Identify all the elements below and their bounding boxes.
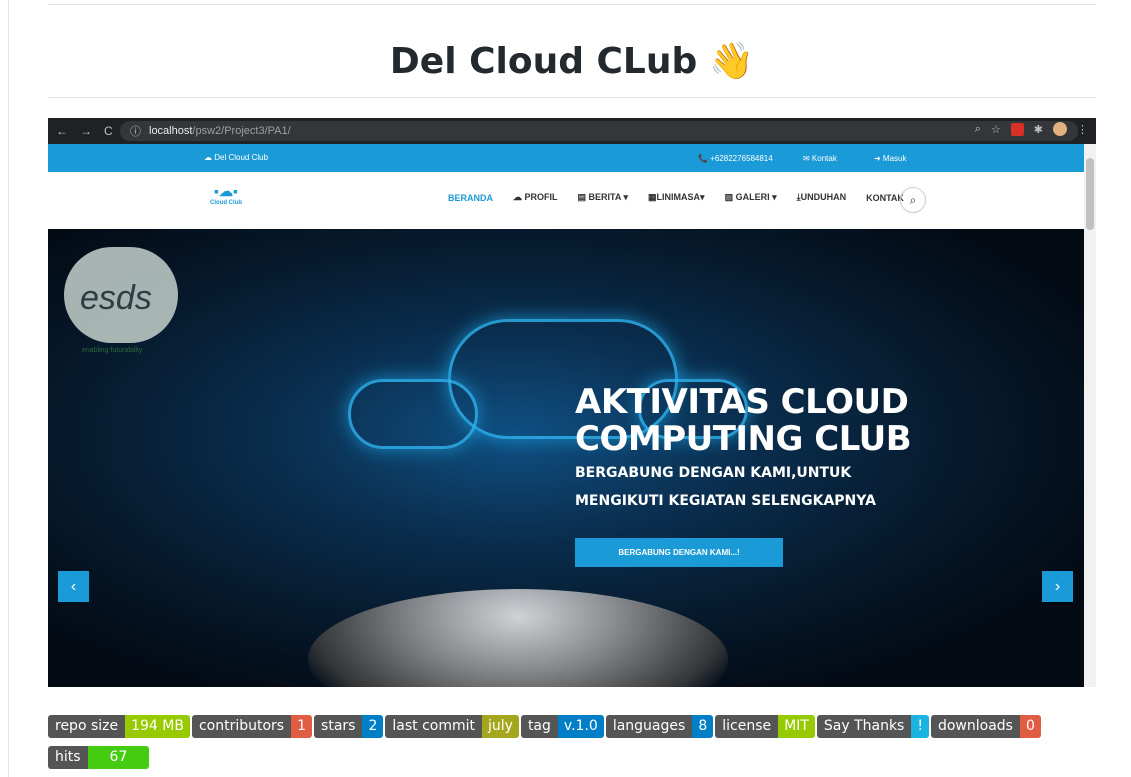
page-title-text: Del Cloud CLub (389, 41, 698, 82)
info-icon[interactable]: ⓘ (130, 123, 141, 139)
menu-item-kontak[interactable]: KONTAK (866, 193, 904, 203)
hero-carousel: esds enabling futurability AKTIVITAS CLO… (48, 229, 1084, 687)
cloud-illustration (348, 379, 478, 449)
forward-arrow-icon[interactable]: → (80, 124, 92, 138)
menu-item-linimasa[interactable]: ▦LINIMASA▾ (648, 192, 705, 203)
scrollbar-thumb[interactable] (1086, 158, 1094, 230)
topbar-kontak[interactable]: ✉ Kontak (803, 154, 837, 163)
hero-title-line1: AKTIVITAS CLOUD (575, 382, 909, 422)
address-bar[interactable]: ⓘ localhost/psw2/Project3/PA1/ (120, 121, 1078, 141)
badge-list: repo size 194 MB contributors 1 stars 2 last c… (48, 715, 1048, 769)
badge-value: 194 MB (125, 715, 190, 738)
menu-icon[interactable]: ⋮ (1077, 123, 1088, 136)
esds-tagline: enabling futurability (82, 347, 143, 354)
website-screenshot: ← → C ⓘ localhost/psw2/Project3/PA1/ ⌕ ☆… (48, 118, 1096, 687)
badge-last-commit[interactable]: last commit july (385, 715, 519, 738)
badge-value: 0 (1019, 715, 1041, 738)
badge-value: 1 (291, 715, 313, 738)
site-topbar: ☁ Del Cloud Club 📞 +6282276584814 ✉ Kont… (48, 144, 1084, 172)
esds-logo-text: esds (80, 279, 152, 317)
hero-subtitle: BERGABUNG DENGAN KAMI,UNTUK MENGIKUTI KE… (575, 465, 876, 509)
badge-label: contributors (191, 715, 292, 738)
star-icon[interactable]: ☆ (991, 123, 1001, 136)
topbar-phone[interactable]: 📞 +6282276584814 (698, 154, 773, 163)
badge-value: ! (911, 715, 929, 738)
site-navbar: ▪☁▪ Cloud Club BERANDA ☁ PROFIL ▤ BERITA… (48, 172, 1084, 229)
left-divider (8, 0, 9, 777)
badge-value: 67 (87, 746, 150, 769)
cloud-logo-icon: ▪☁▪ (214, 183, 238, 199)
readme-heading: Del Cloud CLub 👋 (48, 36, 1096, 98)
page-title: Del Cloud CLub 👋 (390, 36, 754, 88)
topbar-brand[interactable]: ☁ Del Cloud Club (204, 153, 268, 162)
menu-item-galeri[interactable]: ▨ GALERI ▾ (725, 192, 777, 203)
top-divider (48, 4, 1096, 5)
puzzle-icon[interactable]: ✱ (1034, 123, 1043, 136)
badge-license[interactable]: license MIT (715, 715, 815, 738)
reload-icon[interactable]: C (104, 124, 113, 138)
hands-illustration (308, 589, 728, 687)
search-icon[interactable]: ⌕ (900, 187, 926, 213)
badge-label: license (715, 715, 779, 738)
hero-title-line2: COMPUTING CLUB (575, 419, 912, 459)
extension-icon[interactable] (1010, 122, 1024, 136)
main-menu: BERANDA ☁ PROFIL ▤ BERITA ▾ ▦LINIMASA▾ ▨… (448, 192, 904, 203)
menu-item-profil[interactable]: ☁ PROFIL (513, 192, 558, 203)
carousel-prev-button[interactable]: ‹ (58, 571, 89, 602)
url-path: /psw2/Project3/PA1/ (192, 125, 291, 137)
browser-toolbar: ← → C ⓘ localhost/psw2/Project3/PA1/ ⌕ ☆… (48, 118, 1096, 144)
badge-value: 8 (692, 715, 714, 738)
badge-say-thanks[interactable]: Say Thanks! (816, 715, 929, 738)
badge-stars[interactable]: stars 2 (314, 715, 384, 738)
waving-hand-icon: 👋 (709, 41, 755, 82)
back-arrow-icon[interactable]: ← (56, 124, 68, 138)
avatar-icon[interactable] (1053, 122, 1067, 136)
badge-label: stars (314, 715, 363, 738)
topbar-masuk[interactable]: ➜ Masuk (874, 154, 907, 163)
badge-contributors[interactable]: contributors 1 (191, 715, 313, 738)
site-logo[interactable]: ▪☁▪ Cloud Club (206, 182, 246, 216)
badge-label: repo size (48, 715, 126, 738)
page-scrollbar[interactable] (1084, 144, 1096, 687)
badge-label: hits (48, 746, 88, 769)
badge-tag[interactable]: tag v.1.0 (520, 715, 604, 738)
badge-label: last commit (385, 715, 482, 738)
hero-title: AKTIVITAS CLOUD COMPUTING CLUB (575, 382, 912, 459)
badge-value: july (482, 715, 519, 738)
badge-hits[interactable]: hits 67 (48, 746, 150, 769)
badge-downloads[interactable]: downloads 0 (930, 715, 1041, 738)
badge-value: 2 (362, 715, 384, 738)
badge-value: v.1.0 (557, 715, 604, 738)
badge-label: languages (605, 715, 693, 738)
badge-repo-size[interactable]: repo size 194 MB (48, 715, 190, 738)
badge-label: Say Thanks (816, 715, 912, 738)
esds-logo: esds enabling futurability (60, 247, 182, 357)
zoom-icon[interactable]: ⌕ (975, 123, 981, 136)
menu-item-berita[interactable]: ▤ BERITA ▾ (578, 192, 629, 203)
badge-value: MIT (778, 715, 815, 738)
badge-label: tag (520, 715, 558, 738)
badge-label: downloads (930, 715, 1020, 738)
badge-languages[interactable]: languages 8 (605, 715, 714, 738)
url-host: localhost (149, 125, 193, 137)
carousel-next-button[interactable]: › (1042, 571, 1073, 602)
logo-text: Cloud Club (210, 200, 242, 206)
menu-item-unduhan[interactable]: ⤓UNDUHAN (797, 192, 846, 203)
menu-item-beranda[interactable]: BERANDA (448, 193, 493, 203)
join-button[interactable]: BERGABUNG DENGAN KAMI...! (575, 538, 783, 567)
